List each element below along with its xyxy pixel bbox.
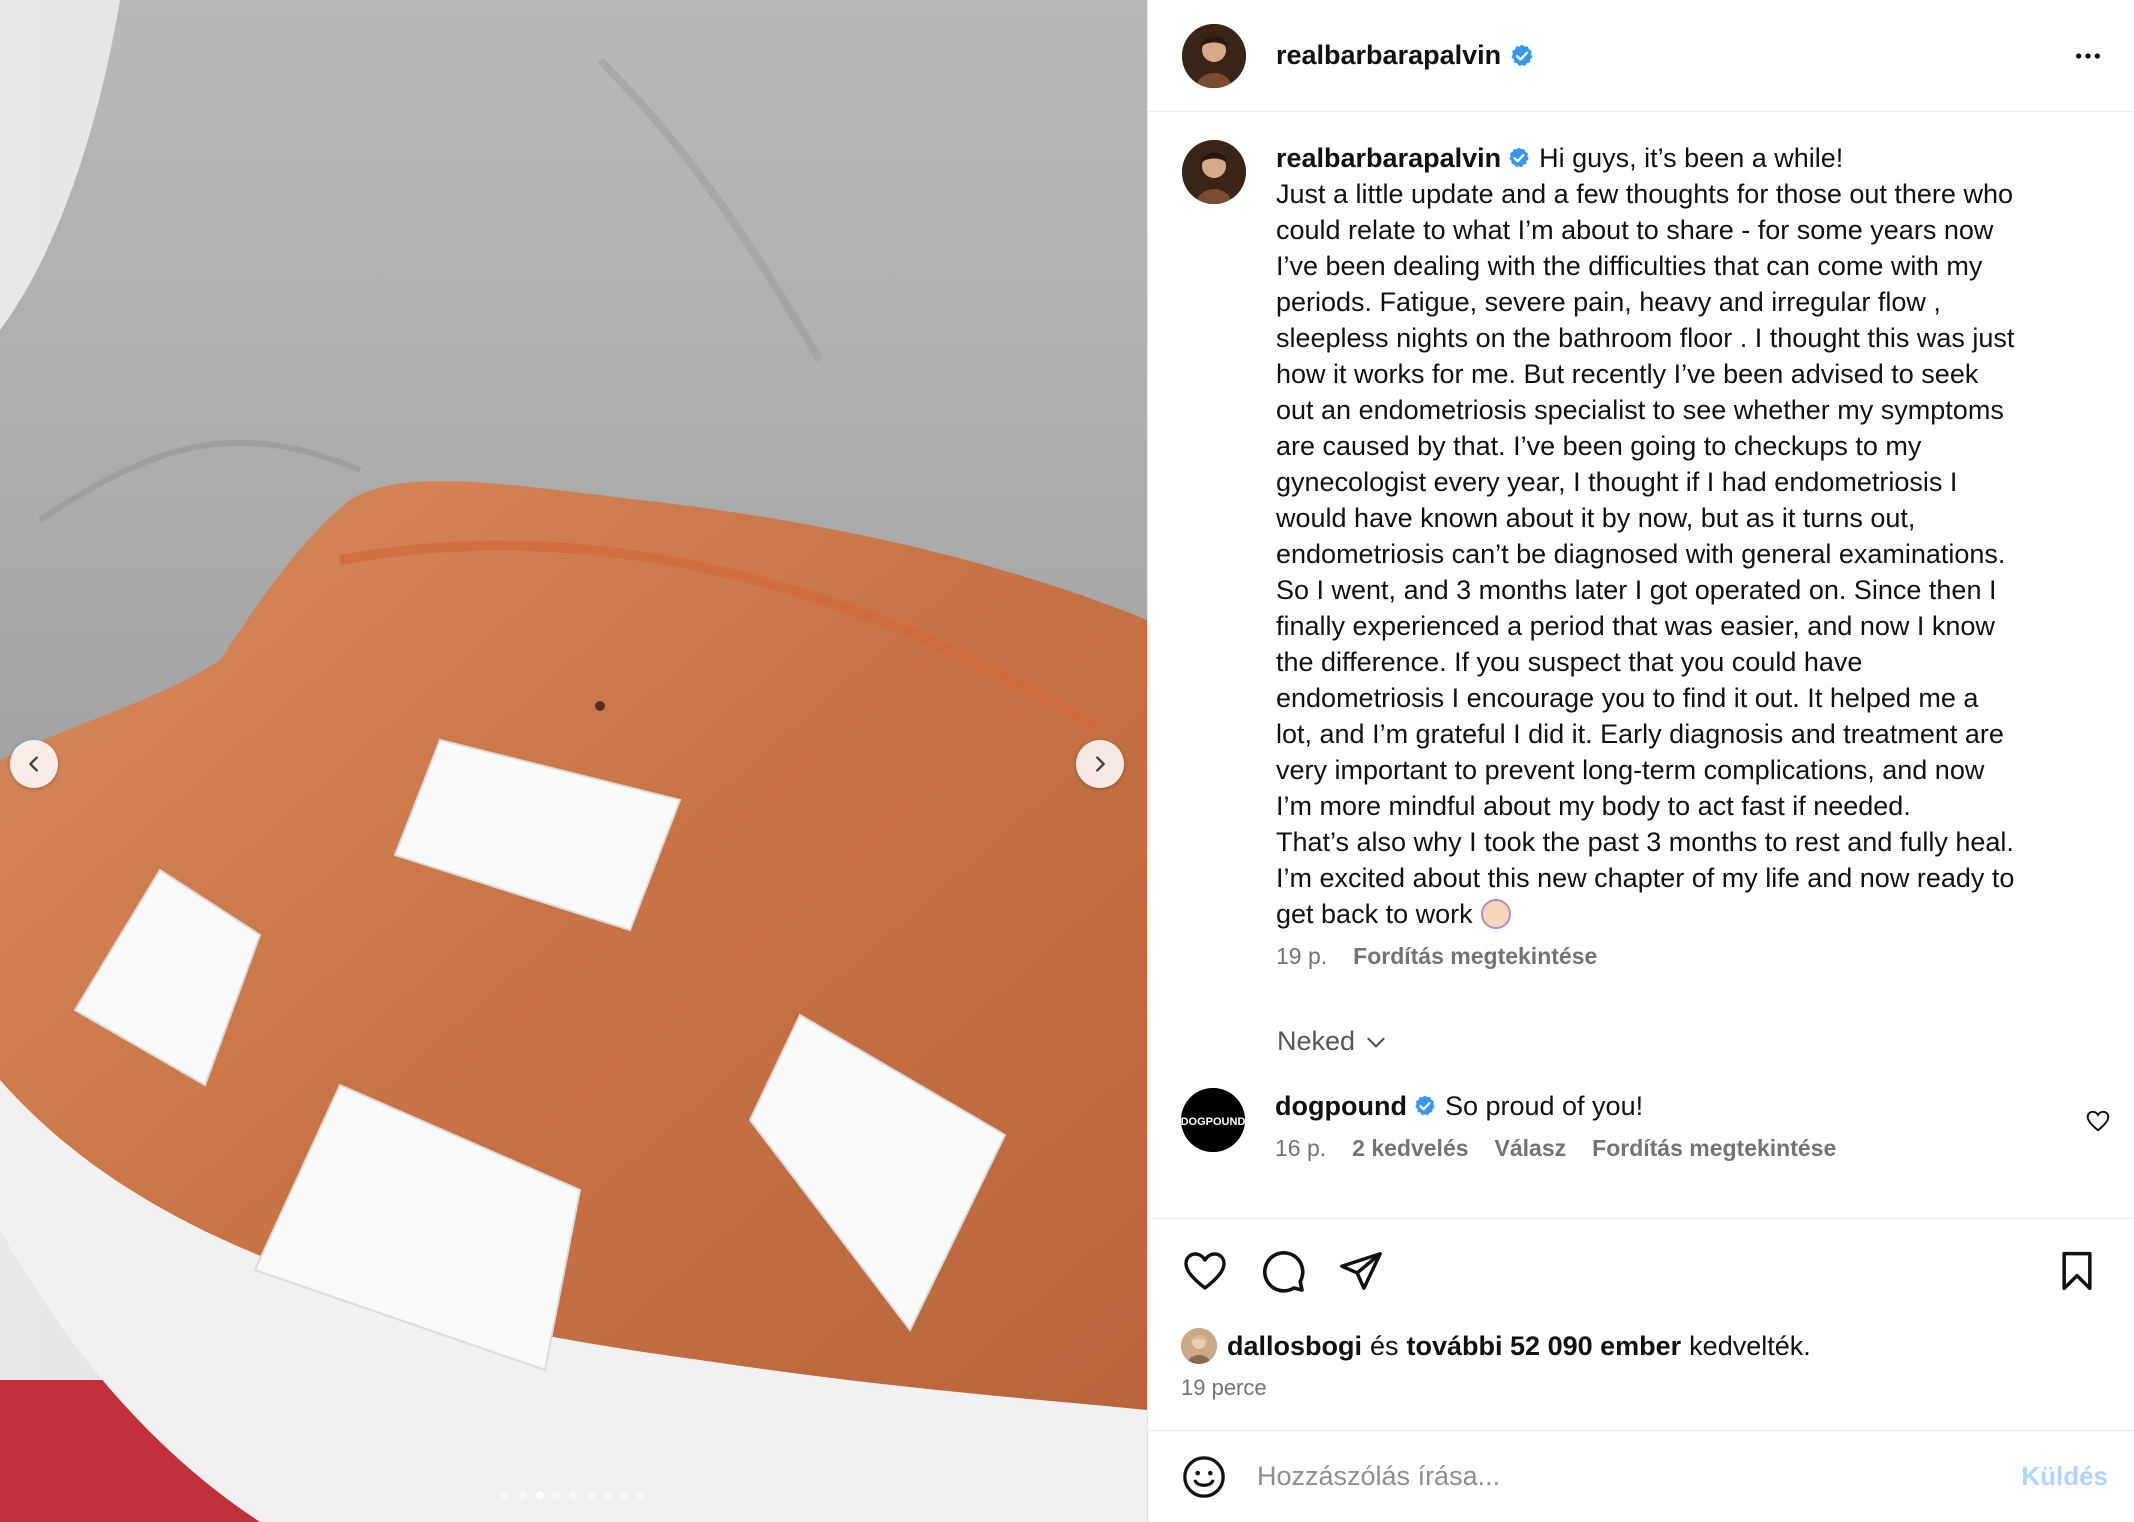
save-button[interactable]: [2053, 1247, 2101, 1295]
caption-line: I’m more mindful about my body to act fa…: [1276, 791, 1911, 821]
share-icon: [1340, 1252, 1382, 1290]
more-options-icon: [2076, 52, 2100, 59]
post-caption: realbarbarapalvin Hi guys, it’s been a wh…: [1182, 140, 2102, 974]
post-actions: [1181, 1246, 2101, 1296]
likes-suffix: kedvelték.: [1689, 1330, 1811, 1361]
caption-meta: 19 p. Fordítás megtekintése: [1276, 938, 2102, 974]
carousel-dot: [535, 1491, 544, 1500]
carousel-dot: [603, 1491, 612, 1500]
emoji-icon[interactable]: [1181, 1454, 1227, 1500]
caption-line: the difference. If you suspect that you …: [1276, 647, 1863, 677]
chevron-down-icon: [1367, 1037, 1385, 1048]
verified-badge-icon: [1511, 44, 1533, 66]
header-username-text[interactable]: realbarbarapalvin: [1276, 40, 1501, 71]
heart-icon: [1184, 1252, 1226, 1290]
comment-username[interactable]: dogpound: [1275, 1091, 1407, 1121]
caption-line: periods. Fatigue, severe pain, heavy and…: [1276, 287, 1941, 317]
carousel-indicator: [0, 1491, 1147, 1500]
comment-input[interactable]: [1255, 1460, 2022, 1493]
reply-button[interactable]: Válasz: [1495, 1130, 1567, 1166]
comment-heart-icon[interactable]: [2085, 1108, 2111, 1134]
caption-line: are caused by that. I’ve been going to c…: [1276, 431, 1922, 461]
liker-username[interactable]: dallosbogi: [1227, 1331, 1362, 1362]
caption-line: endometriosis can’t be diagnosed with ge…: [1276, 539, 2006, 569]
caption-line: endometriosis I encourage you to find it…: [1276, 683, 1979, 713]
liker-avatar[interactable]: [1181, 1328, 1217, 1364]
comment-filter-label: Neked: [1277, 1026, 1356, 1056]
comment-body: dogpound So proud of you! 16 p. 2 kedvelé…: [1275, 1088, 1836, 1166]
translate-link[interactable]: Fordítás megtekintése: [1353, 938, 1597, 974]
caption-avatar[interactable]: [1182, 140, 1246, 204]
carousel-dot: [501, 1491, 510, 1500]
caption-line: out an endometriosis specialist to see w…: [1276, 395, 2004, 425]
carousel-dot: [552, 1491, 561, 1500]
caption-line: lot, and I’m grateful I did it. Early di…: [1276, 719, 2004, 749]
comment-likes[interactable]: 2 kedvelés: [1352, 1130, 1468, 1166]
caption-line: sleepless nights on the bathroom floor .…: [1276, 323, 2015, 353]
carousel-dot: [620, 1491, 629, 1500]
post-media: [0, 0, 1147, 1522]
carousel-next-button[interactable]: [1076, 740, 1124, 788]
caption-line: get back to work: [1276, 899, 1473, 929]
comment-avatar-text: DOGPOUND: [1181, 1116, 1245, 1128]
comment-avatar[interactable]: DOGPOUND: [1181, 1088, 1245, 1152]
comment-composer: Küldés: [1147, 1430, 2134, 1522]
avatar[interactable]: [1182, 23, 1246, 88]
caption-line: could relate to what I’m about to share …: [1276, 215, 1994, 245]
caption-line: I’ve been dealing with the difficulties …: [1276, 251, 1983, 281]
caption-time[interactable]: 19 p.: [1276, 938, 1327, 974]
share-button[interactable]: [1337, 1247, 1385, 1295]
comment-button[interactable]: [1259, 1247, 1307, 1295]
post-photo: [0, 0, 1147, 1522]
caption-greeting: Hi guys, it’s been a while!: [1539, 143, 1844, 173]
more-options-button[interactable]: [2068, 36, 2108, 76]
chevron-right-icon: [1096, 756, 1105, 772]
face-palm-emoji: [1480, 899, 1511, 929]
caption-last-line: get back to work: [1276, 896, 2102, 932]
comment-icon: [1263, 1251, 1305, 1293]
caption-username[interactable]: realbarbarapalvin: [1276, 143, 1501, 173]
caption-line: would have known about it by now, but as…: [1276, 503, 1916, 533]
caption-line: very important to prevent long-term comp…: [1276, 755, 1985, 785]
like-button[interactable]: [1181, 1247, 1229, 1295]
caption-body: Just a little update and a few thoughts …: [1276, 176, 2102, 932]
caption-line: So I went, and 3 months later I got oper…: [1276, 575, 1997, 605]
carousel-dot: [637, 1491, 646, 1500]
comment-item: DOGPOUND dogpound So proud of you! 16 p. …: [1181, 1088, 2111, 1166]
caption-line: gynecologist every year, I thought if I …: [1276, 467, 1958, 497]
carousel-dot: [569, 1491, 578, 1500]
chevron-left-icon: [29, 756, 38, 772]
caption-line: That’s also why I took the past 3 months…: [1276, 827, 2014, 857]
likes-count[interactable]: további 52 090 ember: [1407, 1331, 1682, 1362]
caption-line: I’m excited about this new chapter of my…: [1276, 863, 2015, 893]
bookmark-icon: [2062, 1251, 2092, 1291]
comment-time[interactable]: 16 p.: [1275, 1130, 1326, 1166]
caption-line: how it works for me. But recently I’ve b…: [1276, 359, 1979, 389]
likes-connector: és: [1370, 1330, 1399, 1361]
caption-line: finally experienced a period that was ea…: [1276, 611, 1995, 641]
post-header: realbarbarapalvin: [1148, 0, 2134, 112]
comment-meta: 16 p. 2 kedvelés Válasz Fordítás megteki…: [1275, 1130, 1836, 1166]
carousel-dot: [586, 1491, 595, 1500]
carousel-dot: [518, 1491, 527, 1500]
likes-summary: dallosbogi és további 52 090 ember kedve…: [1181, 1328, 1811, 1364]
verified-badge-icon: [1509, 147, 1529, 168]
comment-text: So proud of you!: [1444, 1091, 1644, 1121]
verified-badge-icon: [1415, 1095, 1435, 1116]
caption-line: Just a little update and a few thoughts …: [1276, 179, 2013, 209]
carousel-prev-button[interactable]: [10, 740, 58, 788]
caption-text: realbarbarapalvin Hi guys, it’s been a wh…: [1276, 140, 2102, 974]
comment-filter-dropdown[interactable]: Neked: [1277, 1026, 1389, 1057]
comment-translate-link[interactable]: Fordítás megtekintése: [1592, 1130, 1836, 1166]
send-button[interactable]: Küldés: [2021, 1461, 2108, 1492]
header-username[interactable]: realbarbarapalvin: [1276, 40, 1535, 71]
